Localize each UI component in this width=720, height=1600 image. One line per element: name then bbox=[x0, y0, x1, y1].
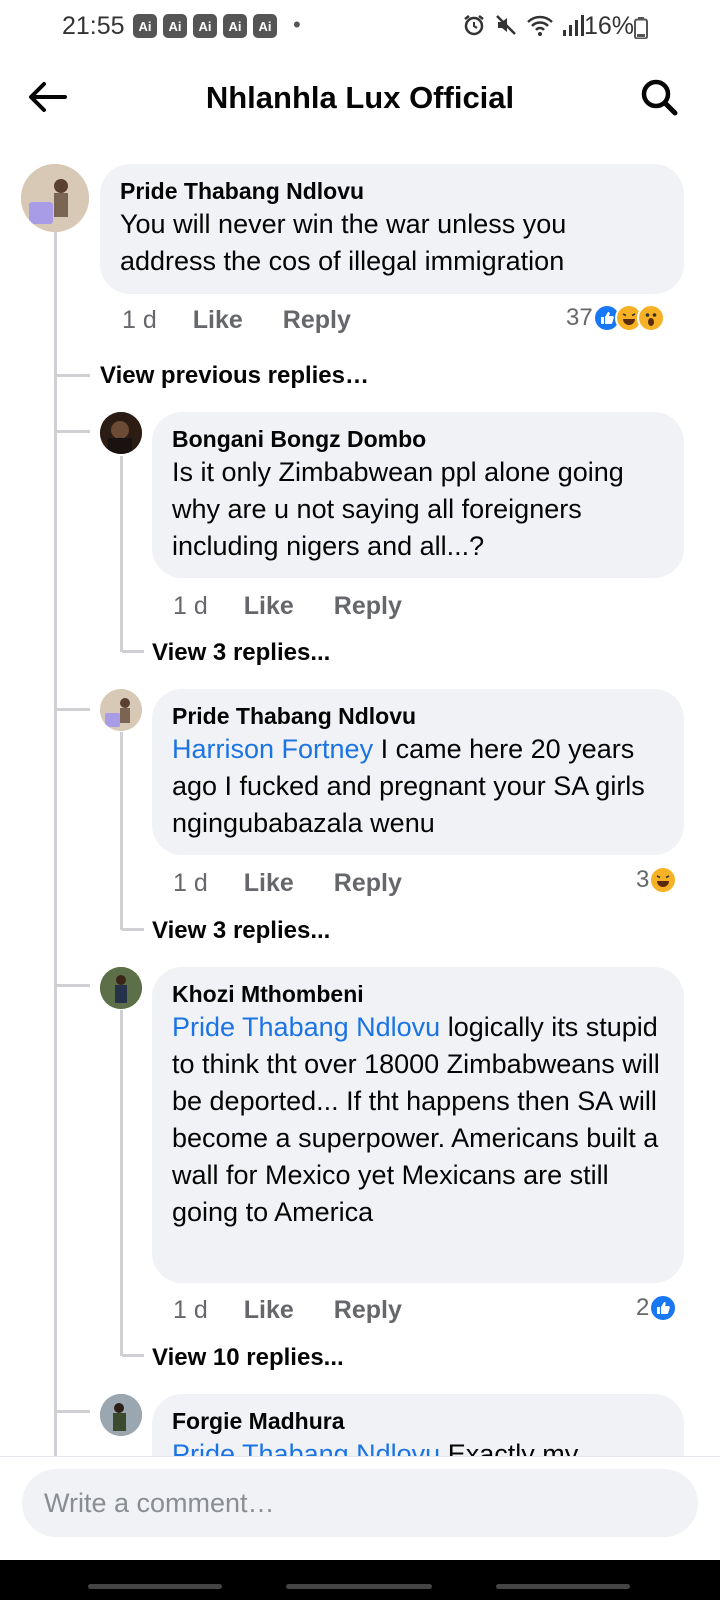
reply-bubble: Forgie Madhura Pride Thabang Ndlovu Exac… bbox=[152, 1394, 684, 1456]
ai-notification-badges: Ai Ai Ai Ai Ai bbox=[133, 14, 277, 38]
comment-author[interactable]: Pride Thabang Ndlovu bbox=[120, 176, 664, 206]
reply-actions: 1 d Like Reply bbox=[173, 869, 442, 898]
status-bar: 21:55 Ai Ai Ai Ai Ai • 16% bbox=[0, 0, 720, 56]
search-icon bbox=[640, 78, 678, 121]
like-reaction-icon bbox=[649, 1294, 678, 1322]
nav-back-button[interactable] bbox=[496, 1584, 630, 1589]
thread-branch bbox=[56, 430, 90, 433]
reply-text: Harrison Fortney I came here 20 years ag… bbox=[172, 731, 664, 842]
wifi-icon bbox=[526, 13, 554, 37]
avatar[interactable] bbox=[100, 412, 142, 454]
thread-branch bbox=[56, 984, 90, 987]
comment-time: 1 d bbox=[122, 306, 157, 334]
avatar[interactable] bbox=[100, 967, 142, 1009]
reply-thread-line bbox=[120, 1010, 123, 1356]
battery-icon bbox=[634, 17, 648, 44]
reply-thread-line bbox=[120, 456, 123, 652]
comment-text: You will never win the war unless you ad… bbox=[120, 209, 567, 276]
status-icons bbox=[462, 13, 584, 37]
page-header: Nhlanhla Lux Official bbox=[0, 56, 720, 140]
reply-time: 1 d bbox=[173, 1296, 208, 1324]
thread-line bbox=[54, 232, 57, 1456]
reply-button[interactable]: Reply bbox=[334, 1296, 402, 1325]
ai-badge-icon: Ai bbox=[253, 14, 277, 38]
reply-text: Is it only Zimbabwean ppl alone going wh… bbox=[172, 457, 624, 561]
like-button[interactable]: Like bbox=[193, 306, 243, 335]
reaction-count: 3 bbox=[636, 866, 650, 893]
reply-thread-line bbox=[120, 732, 123, 930]
like-button[interactable]: Like bbox=[244, 869, 294, 898]
avatar[interactable] bbox=[100, 1394, 142, 1436]
comment-input[interactable] bbox=[22, 1469, 698, 1537]
status-dot: • bbox=[293, 12, 301, 37]
ai-badge-icon: Ai bbox=[223, 14, 247, 38]
reply-actions: 1 d Like Reply bbox=[173, 592, 442, 621]
battery-percent: 16% bbox=[584, 12, 635, 40]
reply-author[interactable]: Pride Thabang Ndlovu bbox=[172, 701, 664, 731]
comment-bubble: Pride Thabang Ndlovu You will never win … bbox=[100, 164, 684, 294]
reply-button[interactable]: Reply bbox=[334, 592, 402, 621]
reply-actions: 1 d Like Reply bbox=[173, 1296, 442, 1325]
reply-text-body: Exactly my bbox=[440, 1439, 579, 1456]
reply-bubble: Bongani Bongz Dombo Is it only Zimbabwea… bbox=[152, 412, 684, 578]
comment-actions: 1 d Like Reply bbox=[122, 306, 391, 335]
mute-icon bbox=[494, 13, 518, 37]
mention-link[interactable]: Pride Thabang Ndlovu bbox=[172, 1012, 440, 1042]
page-title: Nhlanhla Lux Official bbox=[205, 80, 515, 115]
reply-thread-branch bbox=[122, 928, 144, 931]
signal-icon bbox=[562, 13, 584, 37]
reply-time: 1 d bbox=[173, 869, 208, 897]
reply-bubble: Khozi Mthombeni Pride Thabang Ndlovu log… bbox=[152, 967, 684, 1283]
reaction-count: 37 bbox=[566, 304, 593, 331]
reaction-summary[interactable]: 37 bbox=[566, 304, 665, 332]
comment-composer bbox=[0, 1456, 720, 1560]
nav-home-button[interactable] bbox=[286, 1584, 432, 1589]
haha-reaction-icon bbox=[649, 866, 678, 894]
reply-bubble: Pride Thabang Ndlovu Harrison Fortney I … bbox=[152, 689, 684, 855]
alarm-icon bbox=[462, 13, 486, 37]
reply-text-body: logically its stupid to think tht over 1… bbox=[172, 1012, 660, 1227]
reaction-count: 2 bbox=[636, 1294, 650, 1321]
ai-badge-icon: Ai bbox=[133, 14, 157, 38]
search-button[interactable] bbox=[636, 76, 682, 122]
avatar[interactable] bbox=[100, 689, 142, 731]
ai-badge-icon: Ai bbox=[193, 14, 217, 38]
mention-link[interactable]: Harrison Fortney bbox=[172, 734, 373, 764]
mention-link[interactable]: Pride Thabang Ndlovu bbox=[172, 1439, 440, 1456]
view-replies-link[interactable]: View 3 replies... bbox=[152, 917, 330, 945]
reply-time: 1 d bbox=[173, 592, 208, 620]
thread-branch bbox=[56, 1410, 90, 1413]
nav-recents-button[interactable] bbox=[88, 1584, 222, 1589]
thread-branch bbox=[56, 708, 90, 711]
reply-text: Pride Thabang Ndlovu logically its stupi… bbox=[172, 1009, 664, 1231]
status-time: 21:55 bbox=[62, 12, 125, 40]
reply-button[interactable]: Reply bbox=[334, 869, 402, 898]
reaction-summary[interactable]: 2 bbox=[636, 1294, 678, 1322]
reply-thread-branch bbox=[122, 650, 144, 653]
ai-badge-icon: Ai bbox=[163, 14, 187, 38]
reply-author[interactable]: Bongani Bongz Dombo bbox=[172, 424, 664, 454]
like-button[interactable]: Like bbox=[244, 592, 294, 621]
reply-text: Pride Thabang Ndlovu Exactly my bbox=[172, 1436, 664, 1456]
reply-button[interactable]: Reply bbox=[283, 306, 351, 335]
reply-thread-branch bbox=[122, 1354, 144, 1357]
avatar[interactable] bbox=[21, 164, 89, 232]
system-nav-bar bbox=[0, 1560, 720, 1600]
reaction-summary[interactable]: 3 bbox=[636, 866, 678, 894]
wow-reaction-icon bbox=[636, 304, 665, 332]
comment-thread: Pride Thabang Ndlovu You will never win … bbox=[0, 140, 720, 1456]
like-button[interactable]: Like bbox=[244, 1296, 294, 1325]
reply-author[interactable]: Forgie Madhura bbox=[172, 1406, 664, 1436]
thread-branch bbox=[56, 374, 90, 377]
reply-author[interactable]: Khozi Mthombeni bbox=[172, 979, 664, 1009]
view-previous-replies-link[interactable]: View previous replies… bbox=[100, 362, 369, 390]
view-replies-link[interactable]: View 3 replies... bbox=[152, 639, 330, 667]
view-replies-link[interactable]: View 10 replies... bbox=[152, 1344, 344, 1372]
